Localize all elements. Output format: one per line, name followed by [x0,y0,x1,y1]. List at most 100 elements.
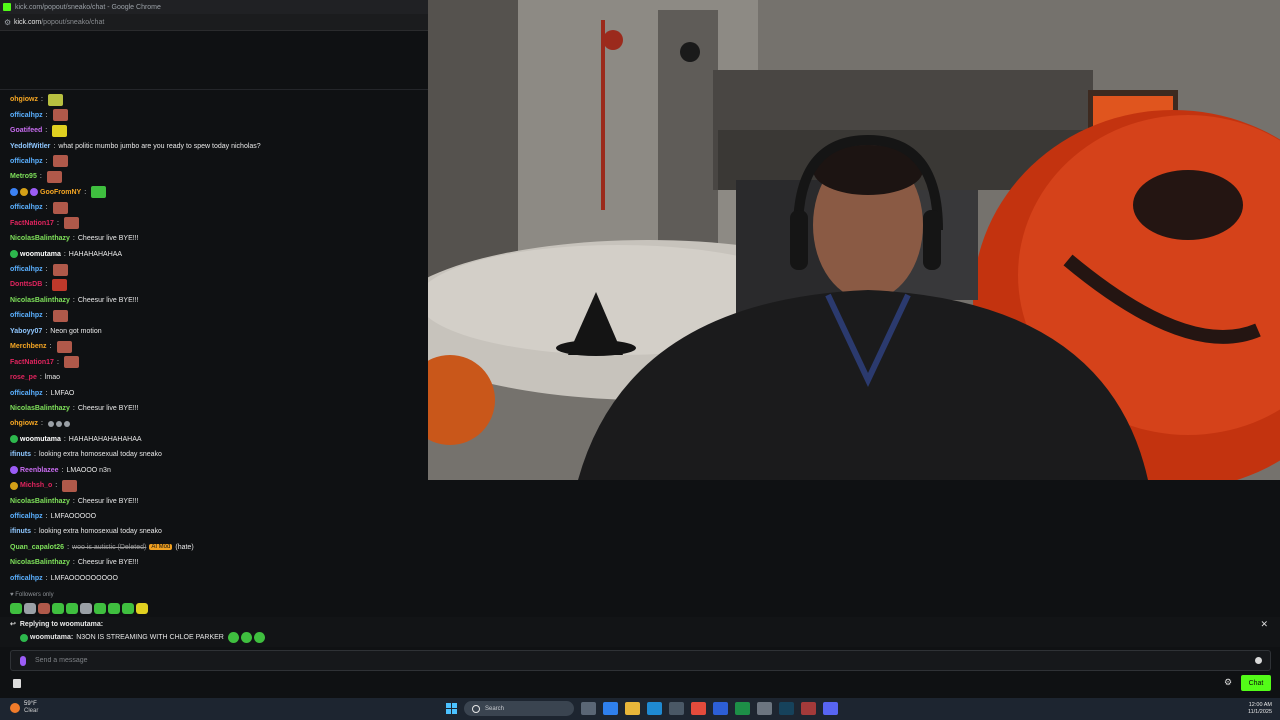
chat-message[interactable]: YedolfWitler: what politic mumbo jumbo ar… [0,138,428,153]
chat-username[interactable]: Goatifeed [10,127,42,134]
chat-username[interactable]: officalhpz [10,266,43,273]
chat-message[interactable]: ohgiowz: [0,92,428,107]
weather-widget[interactable]: 59°F Clear [10,701,38,715]
chat-message[interactable]: officalhpz: [0,107,428,122]
quick-emote-icon[interactable] [24,603,36,614]
taskbar-clock[interactable]: 12:00 AM 11/1/2025 [1248,702,1272,716]
chat-username[interactable]: officalhpz [10,575,43,582]
quick-emote-icon[interactable] [38,603,50,614]
chat-username[interactable]: officalhpz [10,204,43,211]
store-icon[interactable] [669,702,684,715]
chat-message[interactable]: NicolasBalinthazy: Cheesur live BYE!!! [0,293,428,308]
site-settings-icon[interactable]: ⚙ [4,18,14,27]
chat-username[interactable]: Reenblazee [20,467,59,474]
chat-message[interactable]: Reenblazee: LMAOOO n3n [0,463,428,478]
chat-username[interactable]: DonttsDB [10,281,42,288]
chat-settings-gear-icon[interactable]: ⚙ [1224,677,1232,688]
quick-emote-icon[interactable] [80,603,92,614]
stream-video[interactable] [428,0,1280,480]
chat-username[interactable]: ohgiowz [10,420,38,427]
chat-username[interactable]: FactNation17 [10,359,54,366]
file-explorer-icon[interactable] [625,702,640,715]
quick-emote-icon[interactable] [66,603,78,614]
task-view-icon[interactable] [581,702,596,715]
chat-message[interactable]: officalhpz: [0,154,428,169]
chat-message[interactable]: officalhpz: LMFAOOOOOOOOO [0,571,428,586]
chat-username[interactable]: NicolasBalinthazy [10,235,70,242]
chat-rules-icon[interactable] [13,679,21,688]
quick-emote-icon[interactable] [94,603,106,614]
steam-icon[interactable] [779,702,794,715]
chat-message[interactable]: NicolasBalinthazy: Cheesur live BYE!!! [0,231,428,246]
address-bar[interactable]: ⚙ kick.com/popout/sneako/chat [0,14,428,31]
chat-message-input[interactable] [33,656,1255,665]
chat-username[interactable]: ifinuts [10,528,31,535]
quick-emote-icon[interactable] [122,603,134,614]
chat-message[interactable]: NicolasBalinthazy: Cheesur live BYE!!! [0,555,428,570]
emote-quick-bar[interactable] [10,603,148,614]
chat-message[interactable]: officalhpz: LMFAO [0,385,428,400]
chat-message[interactable]: ohgiowz: [0,416,428,431]
chat-message[interactable]: rose_pe: lmao [0,370,428,385]
chat-message[interactable]: Goatifeed: [0,123,428,138]
taskbar-search[interactable]: Search [464,701,574,716]
chat-username[interactable]: Metro95 [10,173,37,180]
send-chat-button[interactable]: Chat [1241,675,1271,691]
chat-username[interactable]: GooFromNY [40,189,81,196]
chat-message[interactable]: GooFromNY: [0,185,428,200]
microphone-icon[interactable] [20,655,26,666]
quick-emote-icon[interactable] [136,603,148,614]
vscode-icon[interactable] [713,702,728,715]
chat-message[interactable]: woomutama: HAHAHAHAHAHAHAA [0,432,428,447]
notepad-icon[interactable] [757,702,772,715]
chat-message[interactable]: DonttsDB: [0,277,428,292]
copilot-icon[interactable] [603,702,618,715]
chat-username[interactable]: officalhpz [10,158,43,165]
chat-message[interactable]: Yaboyy07: Neon got motion [0,324,428,339]
discord-icon[interactable] [823,702,838,715]
chat-message[interactable]: FactNation17: [0,216,428,231]
quick-emote-icon[interactable] [108,603,120,614]
chat-username[interactable]: NicolasBalinthazy [10,498,70,505]
chat-message[interactable]: Quan_capalot26: woo is autistic (Deleted)… [0,540,428,555]
chat-username[interactable]: officalhpz [10,513,43,520]
chat-message[interactable]: officalhpz: [0,200,428,215]
obs-icon[interactable] [801,702,816,715]
chat-input-container[interactable] [10,650,1271,671]
chat-message[interactable]: Michsh_o: [0,478,428,493]
windows-start-icon[interactable] [446,703,457,714]
chat-username[interactable]: rose_pe [10,374,37,381]
quick-emote-icon[interactable] [10,603,22,614]
chat-username[interactable]: ohgiowz [10,96,38,103]
chat-message[interactable]: NicolasBalinthazy: Cheesur live BYE!!! [0,401,428,416]
chat-message[interactable]: NicolasBalinthazy: Cheesur live BYE!!! [0,493,428,508]
chat-message[interactable]: ifinuts: looking extra homosexual today s… [0,524,428,539]
chat-username[interactable]: woomutama [20,436,61,443]
chat-username[interactable]: officalhpz [10,112,43,119]
chat-message-list[interactable]: ohgiowz: officalhpz: Goatifeed: YedolfWitle… [0,92,428,590]
edge-browser-icon[interactable] [647,702,662,715]
chat-message[interactable]: woomutama: HAHAHAHAHAA [0,246,428,261]
chat-username[interactable]: NicolasBalinthazy [10,405,70,412]
chat-username[interactable]: Quan_capalot26 [10,544,64,551]
chat-username[interactable]: Merchbenz [10,343,47,350]
chat-username[interactable]: Yaboyy07 [10,328,42,335]
chat-message[interactable]: officalhpz: [0,308,428,323]
chat-message[interactable]: Metro95: [0,169,428,184]
chat-message[interactable]: Merchbenz: [0,339,428,354]
chat-username[interactable]: woomutama [20,251,61,258]
chat-message[interactable]: officalhpz: [0,262,428,277]
xbox-icon[interactable] [735,702,750,715]
chrome-browser-icon[interactable] [691,702,706,715]
chat-username[interactable]: YedolfWitler [10,143,50,150]
chat-username[interactable]: NicolasBalinthazy [10,559,70,566]
close-reply-icon[interactable]: ✕ [1260,619,1268,630]
chat-message[interactable]: FactNation17: [0,354,428,369]
emoji-picker-icon[interactable] [1255,657,1262,664]
chat-username[interactable]: officalhpz [10,390,43,397]
chat-username[interactable]: officalhpz [10,312,43,319]
quick-emote-icon[interactable] [52,603,64,614]
chat-message[interactable]: ifinuts: looking extra homosexual today s… [0,447,428,462]
chat-username[interactable]: ifinuts [10,451,31,458]
chat-username[interactable]: FactNation17 [10,220,54,227]
